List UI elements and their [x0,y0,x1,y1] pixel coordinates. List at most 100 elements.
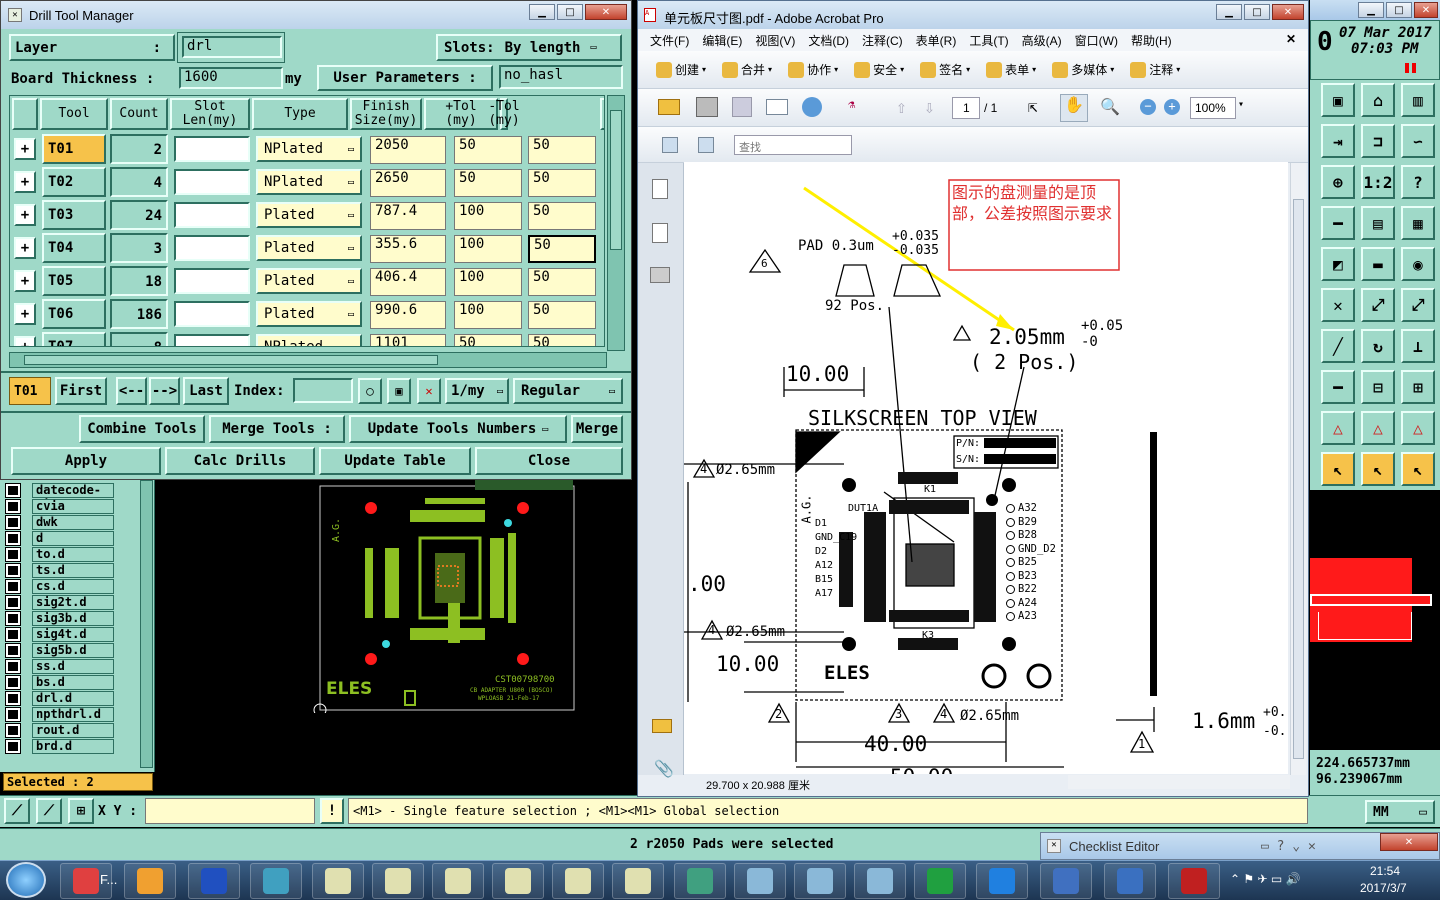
maximize-button[interactable]: □ [557,4,583,20]
stamp-icon[interactable]: ⚗ [848,97,868,117]
menu-item[interactable]: 视图(V) [755,32,795,49]
minus-tol-input[interactable]: 50 [528,268,596,296]
update-table-button[interactable]: Update Table [319,447,471,475]
shape-icon[interactable]: ◩ [1321,247,1355,281]
zoom-dropdown-icon[interactable]: ▾ [1238,99,1244,110]
last-button[interactable]: Last [183,377,229,405]
next-page-icon[interactable]: ⇩ [924,97,935,118]
print-icon[interactable] [696,97,718,117]
type-select[interactable]: Plated ▭ [256,235,362,261]
edit-icon[interactable]: ▣ [387,378,411,404]
menu-item[interactable]: 高级(A) [1022,32,1062,49]
word-taskbar-button[interactable] [1104,863,1156,899]
tool-cell[interactable]: T03 [42,200,106,230]
layer-item[interactable]: rout.d [5,722,114,738]
plus-tol-input[interactable]: 100 [454,268,522,296]
slot-len-input[interactable] [174,235,250,261]
type-select[interactable]: Plated ▭ [256,268,362,294]
layer-item[interactable]: drl.d [5,690,114,706]
minimize-button[interactable]: ▁ [529,4,555,20]
acrobat-minimize-button[interactable]: ▁ [1216,4,1242,20]
tool-cell[interactable]: T02 [42,167,106,197]
zoom-tool-icon[interactable]: 🔍 [1100,97,1120,116]
xwin1-taskbar-button[interactable] [312,863,364,899]
menu-item[interactable]: 编辑(E) [702,32,742,49]
grid-icon[interactable]: ⊞ [68,798,94,824]
cross-icon[interactable]: ✕ [1321,288,1355,322]
layer-checkbox[interactable] [5,546,21,562]
expand-row-icon[interactable]: + [14,171,36,193]
layer-checkbox[interactable] [5,674,21,690]
minus-tol-input[interactable]: 50 [528,169,596,197]
menu-item[interactable]: 帮助(H) [1131,32,1172,49]
expand-row-icon[interactable]: + [14,336,36,346]
close-window-button[interactable]: ✕ [585,4,627,20]
home-icon[interactable]: ⌂ [1361,83,1395,117]
frame-icon[interactable]: ⊐ [1361,124,1395,158]
pdf-page[interactable]: 图示的盘测量的是顶部，公差按照图示要求 PAD 0.3um +0.035 -0.… [684,162,1288,774]
measure-icon[interactable]: ⟋ [36,798,62,824]
layer-item[interactable]: cs.d [5,578,114,594]
layer-checkbox[interactable] [5,642,21,658]
layer-input[interactable]: drl [182,36,282,58]
expand-row-icon[interactable]: + [14,138,36,160]
xwin3-taskbar-button[interactable] [432,863,484,899]
sheet1-taskbar-button[interactable] [734,863,786,899]
layer-item[interactable]: brd.d [5,738,114,754]
toolbar-combine-button[interactable]: 合并 ▾ [722,61,772,78]
xwin4-taskbar-button[interactable] [492,863,544,899]
start-button[interactable] [6,862,46,898]
expand-row-icon[interactable]: + [14,270,36,292]
type-select[interactable]: NPlated ▭ [256,169,362,195]
minus-tol-input[interactable]: 50 [528,235,596,263]
line-icon[interactable]: ━ [1321,206,1355,240]
rotate-icon[interactable]: ↻ [1361,329,1395,363]
pcb-view[interactable]: A.G. ELES CST00798700 CB ADAPTER U800 (B… [310,478,580,713]
layer-checkbox[interactable] [5,482,21,498]
layer-checkbox[interactable] [5,578,21,594]
close-button[interactable]: Close [475,447,623,475]
menu-item[interactable]: 表单(R) [916,32,957,49]
combine-tools-button[interactable]: Combine Tools [79,415,205,443]
unit-dropdown[interactable]: 1/my ▭ [445,378,509,404]
array-icon[interactable]: ⊞ [1401,370,1435,404]
attachment-icon[interactable]: 📎 [654,759,674,778]
first-button[interactable]: First [55,377,107,405]
fit-width-icon[interactable] [698,137,714,153]
pdf-vscroll[interactable] [1290,163,1306,775]
type-select[interactable]: Plated ▭ [256,301,362,327]
unit-select[interactable]: MM ▭ [1365,800,1435,824]
layer-item[interactable]: sig4t.d [5,626,114,642]
toolbar-form-button[interactable]: 表单 ▾ [986,61,1036,78]
layer-item[interactable]: dwk [5,514,114,530]
table-vscroll[interactable] [607,95,625,351]
scale-icon[interactable]: 1:2 [1361,165,1395,199]
menu-item[interactable]: 文件(F) [650,32,689,49]
frontline2-taskbar-button[interactable] [976,863,1028,899]
plus-tol-input[interactable]: 50 [454,334,522,346]
table-hscroll[interactable] [9,352,607,368]
screen-icon[interactable]: ▣ [1321,83,1355,117]
pad-icon[interactable]: ◉ [1401,247,1435,281]
minus-tol-input[interactable]: 50 [528,301,596,329]
slot-len-input[interactable] [174,301,250,327]
calc-drills-button[interactable]: Calc Drills [165,447,315,475]
genesis-canvas-right[interactable] [1310,490,1440,750]
menu-item[interactable]: 文档(D) [808,32,849,49]
acrobat-taskbar-button[interactable] [1168,863,1220,899]
toolbar-collaborate-button[interactable]: 协作 ▾ [788,61,838,78]
apply-button[interactable]: Apply [11,447,161,475]
toolbar-sign-button[interactable]: 签名 ▾ [920,61,970,78]
acrobat-close-button[interactable]: ✕ [1272,4,1304,20]
index-input[interactable] [293,378,353,403]
layer-checkbox[interactable] [5,514,21,530]
hand-tool-icon[interactable]: ✋ [1060,94,1088,122]
layers-scrollbar[interactable] [140,480,153,768]
menu-item[interactable]: 注释(C) [862,32,903,49]
frontline-taskbar-button[interactable] [914,863,966,899]
layer-checkbox[interactable] [5,626,21,642]
layer-item[interactable]: sig5b.d [5,642,114,658]
arc3-icon[interactable]: △ [1401,411,1435,445]
list-taskbar-button[interactable] [1040,863,1092,899]
select-tool-icon[interactable]: ⇱ [1028,97,1038,116]
